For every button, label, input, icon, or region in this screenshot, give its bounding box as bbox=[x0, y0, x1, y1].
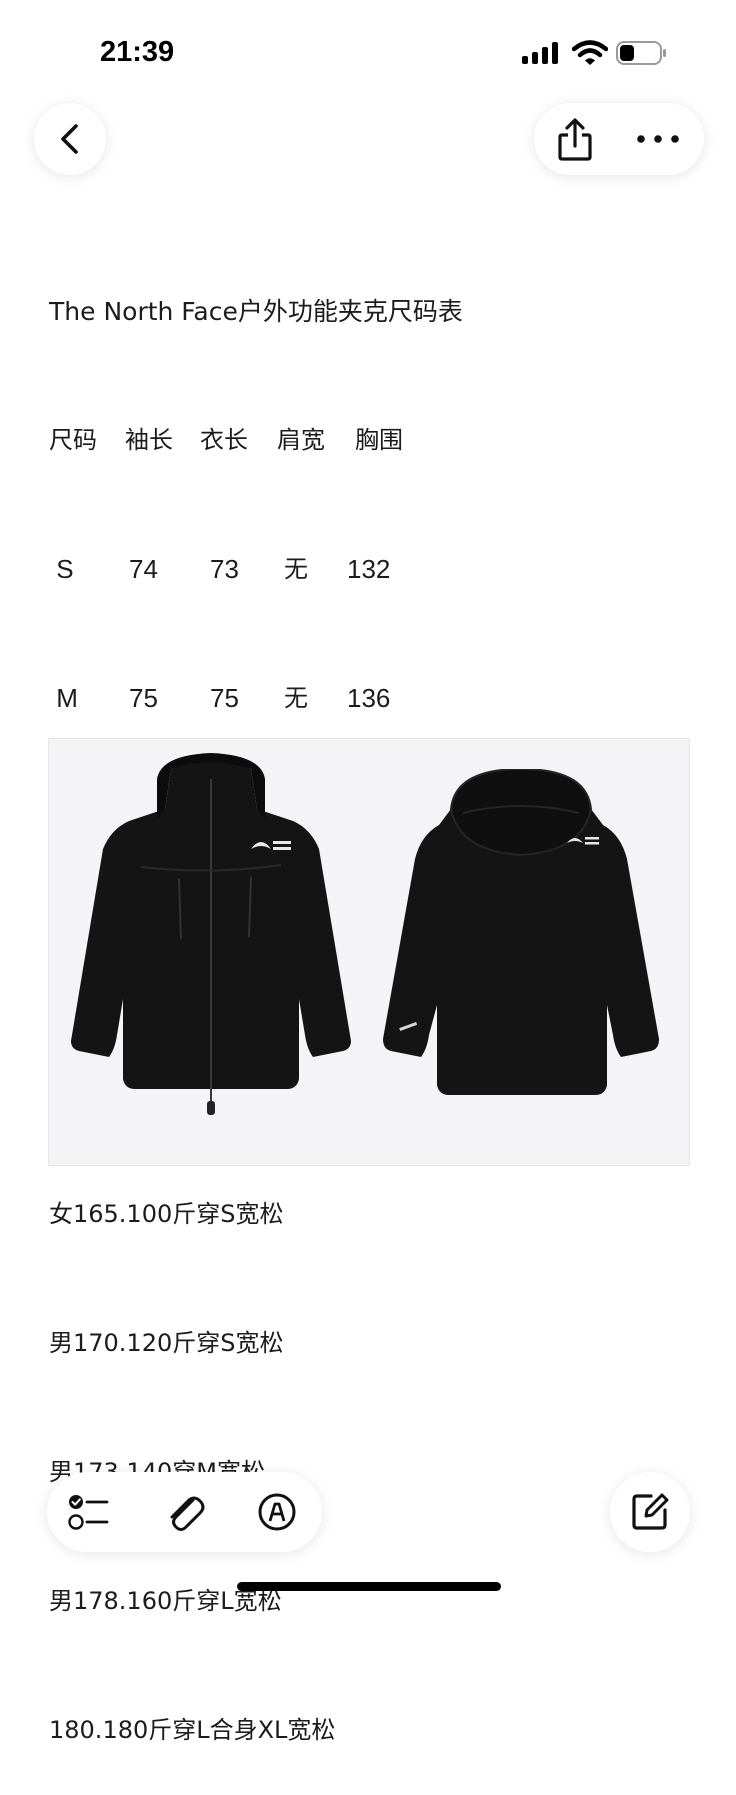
status-icons bbox=[522, 38, 672, 68]
status-time: 21:39 bbox=[100, 36, 175, 68]
paperclip-icon[interactable] bbox=[163, 1490, 207, 1534]
fit-line: 180.180斤穿L合身XL宽松 bbox=[49, 1716, 336, 1744]
header-length: 衣长 bbox=[200, 426, 248, 454]
fit-line: 男170.120斤穿S宽松 bbox=[49, 1329, 284, 1357]
header-shoulder: 肩宽 bbox=[277, 426, 325, 454]
fit-line: 女165.100斤穿S宽松 bbox=[49, 1200, 284, 1228]
table-row: S 74 73 无 132 bbox=[49, 548, 699, 591]
back-button[interactable] bbox=[34, 103, 106, 175]
product-image[interactable] bbox=[48, 738, 690, 1166]
table-cell: 132 bbox=[347, 554, 391, 584]
note-actions bbox=[534, 103, 704, 175]
bottom-toolbar bbox=[47, 1472, 322, 1552]
jacket-front-image bbox=[71, 753, 351, 1115]
table-row: M 75 75 无 136 bbox=[49, 677, 699, 720]
table-header: 尺码 袖长 衣长 肩宽 胸围 bbox=[49, 419, 699, 462]
compose-button[interactable] bbox=[610, 1472, 690, 1552]
table-cell: 73 bbox=[210, 554, 239, 584]
share-icon[interactable] bbox=[550, 115, 600, 165]
home-indicator[interactable] bbox=[237, 1582, 501, 1591]
note-title: The North Face户外功能夹克尺码表 bbox=[49, 297, 463, 326]
header-sleeve: 袖长 bbox=[125, 426, 173, 454]
table-cell: M bbox=[49, 683, 78, 713]
pen-circle-icon[interactable] bbox=[255, 1490, 299, 1534]
table-cell: 无 bbox=[284, 684, 308, 712]
table-cell: 75 bbox=[210, 683, 239, 713]
wifi-icon bbox=[572, 40, 608, 65]
table-cell: 无 bbox=[284, 555, 308, 583]
header-chest: 胸围 bbox=[355, 426, 403, 454]
chevron-left-icon bbox=[61, 124, 78, 154]
table-cell: 75 bbox=[129, 683, 158, 713]
checklist-icon[interactable] bbox=[67, 1490, 111, 1534]
jacket-back-image bbox=[383, 769, 659, 1095]
compose-icon bbox=[632, 1493, 669, 1530]
table-cell: 74 bbox=[129, 554, 158, 584]
header-size: 尺码 bbox=[49, 426, 97, 454]
table-cell: 136 bbox=[347, 683, 391, 713]
signal-icon bbox=[522, 42, 562, 64]
ellipsis-icon[interactable] bbox=[630, 121, 686, 157]
battery-icon bbox=[616, 41, 666, 65]
table-cell: S bbox=[49, 554, 74, 584]
